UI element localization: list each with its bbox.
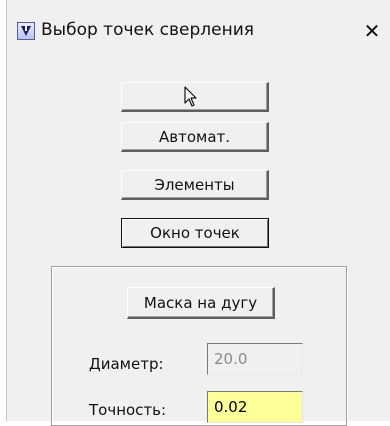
close-button[interactable]: ✕ bbox=[360, 20, 384, 42]
window-title: Выбор точек сверления bbox=[41, 20, 254, 40]
diameter-field[interactable] bbox=[207, 343, 303, 375]
arc-mask-button[interactable]: Маска на дугу bbox=[127, 287, 275, 319]
arc-mask-button-label: Маска на дугу bbox=[143, 294, 258, 312]
points-window-button[interactable]: Окно точек bbox=[121, 218, 269, 248]
points-window-button-label: Окно точек bbox=[150, 224, 240, 242]
diameter-label: Диаметр: bbox=[89, 355, 164, 373]
dialog-content: Автомат. Элементы Окно точек Маска на ду… bbox=[7, 62, 390, 426]
accuracy-label: Точность: bbox=[89, 401, 167, 419]
drill-app-icon bbox=[17, 22, 35, 40]
elements-button[interactable]: Элементы bbox=[121, 170, 269, 200]
title-bar[interactable]: Выбор точек сверления ✕ bbox=[7, 0, 390, 62]
close-icon: ✕ bbox=[363, 19, 381, 43]
auto-button[interactable]: Автомат. bbox=[121, 122, 269, 152]
accuracy-field[interactable] bbox=[207, 391, 303, 423]
arc-mask-group: Маска на дугу Диаметр: Точность: bbox=[51, 266, 347, 426]
drill-points-dialog: Выбор точек сверления ✕ Автомат. Элемент… bbox=[6, 0, 390, 426]
arrow-cursor-icon bbox=[184, 86, 197, 107]
elements-button-label: Элементы bbox=[154, 176, 235, 194]
auto-button-label: Автомат. bbox=[158, 128, 231, 146]
select-points-button[interactable] bbox=[121, 82, 269, 112]
